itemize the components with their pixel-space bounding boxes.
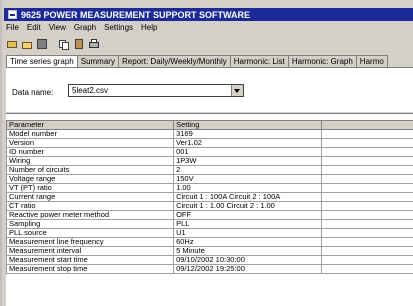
- empty-cell: [321, 228, 413, 238]
- data-name-value: 5leat2.csv: [72, 86, 109, 95]
- empty-cell: [321, 219, 413, 229]
- menu-edit[interactable]: Edit: [27, 23, 41, 34]
- setting-cell: 150V: [173, 174, 323, 184]
- empty-cell: [321, 174, 413, 184]
- menu-file[interactable]: File: [6, 23, 19, 34]
- title-bar[interactable]: 9625 POWER MEASUREMENT SUPPORT SOFTWARE: [4, 8, 413, 21]
- setting-cell: 1P3W: [173, 156, 323, 166]
- table-header-row: Parameter Setting: [5, 120, 413, 130]
- menu-bar: File Edit View Graph Settings Help: [6, 23, 157, 34]
- setting-cell: OFF: [173, 210, 323, 220]
- open-icon[interactable]: [6, 38, 18, 50]
- empty-cell: [321, 165, 413, 175]
- table-row[interactable]: Voltage range 150V: [5, 174, 413, 184]
- table-row[interactable]: Reactive power meter method OFF: [5, 210, 413, 220]
- toolbar: [6, 37, 100, 51]
- settings-table: Parameter Setting Model number 3169 Versio…: [5, 120, 413, 274]
- empty-cell: [321, 201, 413, 211]
- tab-report[interactable]: Report: Daily/Weekly/Monthly: [117, 55, 231, 67]
- setting-cell: 09/12/2002 19:25:00: [173, 264, 323, 274]
- menu-view[interactable]: View: [49, 23, 66, 34]
- table-row[interactable]: Number of circuits 2: [5, 165, 413, 175]
- table-row[interactable]: Version Ver1.02: [5, 138, 413, 148]
- table-row[interactable]: Sampling PLL: [5, 219, 413, 229]
- folder-icon[interactable]: [21, 38, 33, 50]
- data-name-panel: Data name: 5leat2.csv: [6, 67, 413, 112]
- data-name-dropdown[interactable]: 5leat2.csv: [68, 84, 244, 97]
- table-row[interactable]: Measurement stop time 09/12/2002 19:25:00: [5, 264, 413, 274]
- empty-cell: [321, 192, 413, 202]
- empty-cell: [321, 138, 413, 148]
- column-header-empty: [321, 120, 413, 130]
- save-icon[interactable]: [36, 38, 48, 50]
- empty-cell: [321, 210, 413, 220]
- parameter-cell: ID number: [5, 147, 175, 157]
- setting-cell: Circuit 1 : 1.00 Circuit 2 : 1.00: [173, 201, 323, 211]
- tab-summary[interactable]: Summary: [76, 55, 119, 67]
- setting-cell: U1: [173, 228, 323, 238]
- tab-harmonic-graph[interactable]: Harmonic: Graph: [287, 55, 357, 67]
- setting-cell: 2: [173, 165, 323, 175]
- menu-settings[interactable]: Settings: [104, 23, 133, 34]
- menu-graph[interactable]: Graph: [74, 23, 96, 34]
- empty-cell: [321, 255, 413, 265]
- chevron-down-icon[interactable]: [231, 85, 243, 96]
- app-window: 9625 POWER MEASUREMENT SUPPORT SOFTWARE …: [0, 0, 413, 306]
- setting-cell: PLL: [173, 219, 323, 229]
- tab-harmonic-list[interactable]: Harmonic: List: [229, 55, 289, 67]
- table-row[interactable]: Model number 3169: [5, 129, 413, 139]
- column-header-setting[interactable]: Setting: [173, 120, 323, 130]
- app-icon: [8, 10, 17, 19]
- parameter-cell: Measurement stop time: [5, 264, 175, 274]
- setting-cell: Ver1.02: [173, 138, 323, 148]
- settings-grid: Parameter Setting Model number 3169 Versio…: [5, 113, 413, 306]
- empty-cell: [321, 237, 413, 247]
- empty-cell: [321, 147, 413, 157]
- empty-cell: [321, 129, 413, 139]
- empty-cell: [321, 264, 413, 274]
- tab-harmonic-more[interactable]: Harmo: [355, 55, 388, 67]
- window-title: 9625 POWER MEASUREMENT SUPPORT SOFTWARE: [21, 9, 251, 20]
- menu-help[interactable]: Help: [141, 23, 157, 34]
- empty-cell: [321, 183, 413, 193]
- copy-icon[interactable]: [58, 38, 70, 50]
- empty-cell: [321, 156, 413, 166]
- data-name-label: Data name:: [12, 88, 54, 97]
- tab-time-series-graph[interactable]: Time series graph: [6, 55, 78, 67]
- print-icon[interactable]: [88, 38, 100, 50]
- table-row[interactable]: ID number 001: [5, 147, 413, 157]
- paste-icon[interactable]: [73, 38, 85, 50]
- empty-cell: [321, 246, 413, 256]
